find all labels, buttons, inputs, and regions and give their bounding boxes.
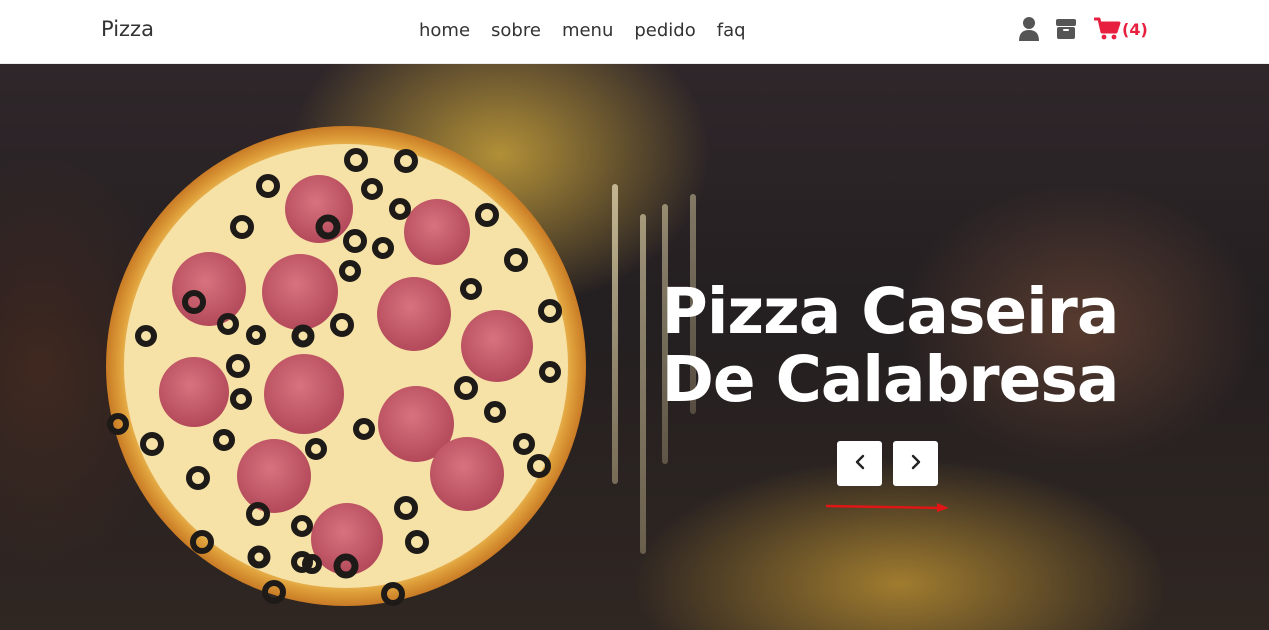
red-arrow-annotation [825,499,955,518]
box-icon[interactable] [1055,17,1077,41]
chevron-right-icon [910,454,922,474]
user-icon[interactable] [1018,16,1040,42]
main-nav: home sobre menu pedido faq [419,19,767,43]
slider-next-button[interactable] [893,441,938,486]
hero-slider: Pizza Caseira De Calabresa [0,64,1269,630]
nav-menu[interactable]: menu [562,19,613,43]
nav-sobre[interactable]: sobre [491,19,541,43]
slider-prev-button[interactable] [837,441,882,486]
hero-title: Pizza Caseira De Calabresa [620,278,1160,414]
shopping-cart-icon [1094,17,1121,41]
slider-controls [837,441,938,486]
hero-title-line2: De Calabresa [661,343,1120,416]
hero-title-line1: Pizza Caseira [661,275,1120,348]
site-header: Pizza home sobre menu pedido faq (4) [0,0,1269,64]
cart-count-badge: (4) [1122,19,1148,39]
chevron-left-icon [854,454,866,474]
pizza-image [104,124,588,608]
nav-home[interactable]: home [419,19,470,43]
nav-faq[interactable]: faq [717,19,746,43]
nav-pedido[interactable]: pedido [634,19,695,43]
header-icons: (4) [1018,16,1148,42]
cart-link[interactable]: (4) [1094,17,1148,41]
brand-logo[interactable]: Pizza [101,17,154,41]
